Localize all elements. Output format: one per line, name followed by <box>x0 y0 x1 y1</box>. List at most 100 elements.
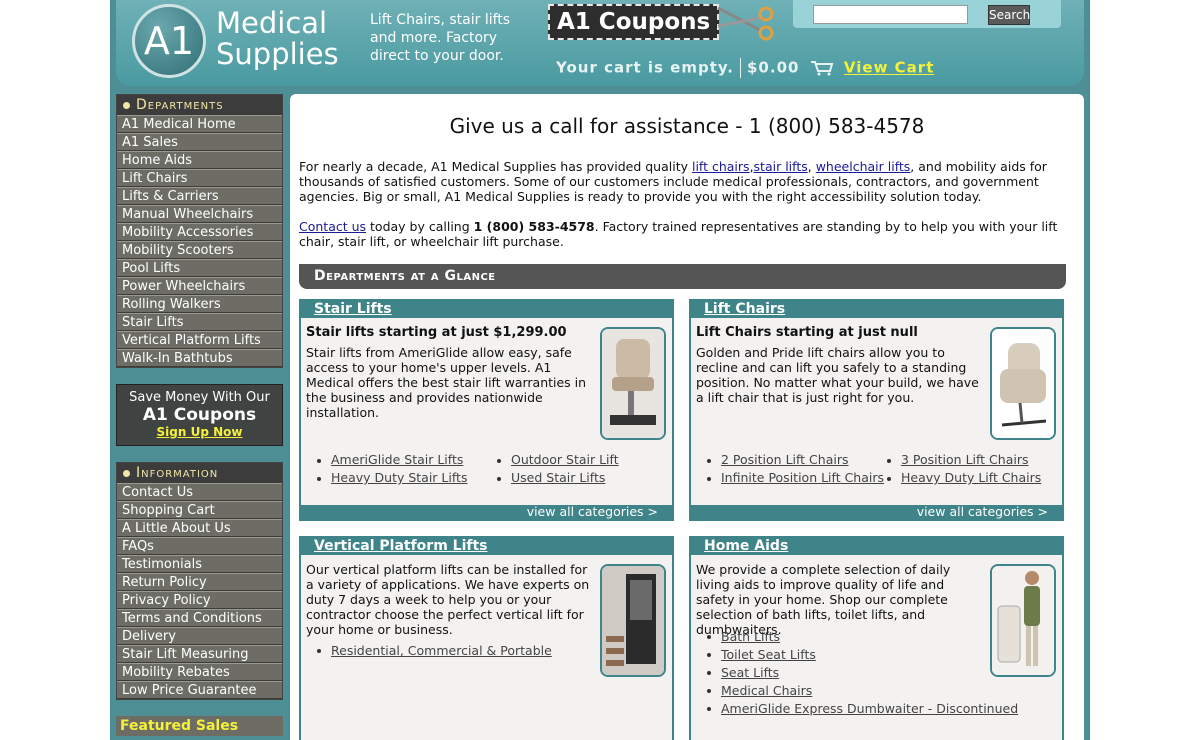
logo-line1: Medical <box>216 6 328 40</box>
intro-text: For nearly a decade, A1 Medical Supplies… <box>299 159 692 174</box>
bullet-icon <box>887 476 891 481</box>
dept-item[interactable]: Walk-In Bathtubs <box>117 349 282 367</box>
vpl-links: Residential, Commercial & Portable <box>317 642 552 660</box>
category-link[interactable]: Medical Chairs <box>721 683 812 698</box>
search-button[interactable]: Search <box>988 5 1030 25</box>
view-cart-link[interactable]: View Cart <box>844 59 934 77</box>
page-title: Give us a call for assistance - 1 (800) … <box>449 114 925 138</box>
info-item[interactable]: Return Policy <box>117 573 282 591</box>
info-item[interactable]: Shopping Cart <box>117 501 282 519</box>
dept-item[interactable]: Power Wheelchairs <box>117 277 282 295</box>
category-link[interactable]: Infinite Position Lift Chairs <box>721 470 884 485</box>
lift-chair-image[interactable] <box>990 327 1056 440</box>
platform-lift-image[interactable] <box>600 564 666 677</box>
lift-chairs-link[interactable]: lift chairs <box>692 159 750 174</box>
card-title[interactable]: Stair Lifts <box>301 301 672 318</box>
glance-heading: Departments at a Glance <box>299 264 1066 289</box>
category-link[interactable]: Seat Lifts <box>721 665 779 680</box>
dept-item[interactable]: Pool Lifts <box>117 259 282 277</box>
category-link[interactable]: Used Stair Lifts <box>511 470 605 485</box>
category-link[interactable]: Toilet Seat Lifts <box>721 647 816 662</box>
scissors-icon <box>717 6 774 41</box>
dept-item[interactable]: Lift Chairs <box>117 169 282 187</box>
main-content: Give us a call for assistance - 1 (800) … <box>290 94 1084 740</box>
view-all-categories-link[interactable]: view all categories > <box>301 505 672 519</box>
dept-item[interactable]: Home Aids <box>117 151 282 169</box>
view-all-categories-link[interactable]: view all categories > <box>691 505 1062 519</box>
contact-text: today by calling <box>366 219 474 234</box>
departments-title: Departments <box>136 97 224 113</box>
contact-phone: 1 (800) 583-4578 <box>473 219 595 234</box>
category-link[interactable]: Heavy Duty Lift Chairs <box>901 470 1041 485</box>
info-item[interactable]: Privacy Policy <box>117 591 282 609</box>
tagline: Lift Chairs, stair lifts and more. Facto… <box>370 12 511 64</box>
info-item[interactable]: Contact Us <box>117 483 282 501</box>
dept-item[interactable]: Lifts & Carriers <box>117 187 282 205</box>
info-item[interactable]: Low Price Guarantee <box>117 681 282 699</box>
card-price: Stair lifts starting at just $1,299.00 <box>306 325 567 340</box>
stair-lifts-link[interactable]: stair lifts <box>754 159 808 174</box>
card-title[interactable]: Home Aids <box>691 538 1062 555</box>
info-item[interactable]: Mobility Rebates <box>117 663 282 681</box>
list-item: Toilet Seat Lifts <box>706 646 1018 664</box>
dept-item[interactable]: Stair Lifts <box>117 313 282 331</box>
list-item: Residential, Commercial & Portable <box>317 642 552 660</box>
logo-text[interactable]: Medical Supplies <box>216 8 346 70</box>
information-heading: Information <box>117 463 282 483</box>
contact-paragraph: Contact us today by calling 1 (800) 583-… <box>299 219 1075 249</box>
promo-line1: Save Money With Our <box>129 390 270 405</box>
bullet-icon <box>707 458 711 463</box>
info-item[interactable]: Terms and Conditions <box>117 609 282 627</box>
dept-item[interactable]: Mobility Scooters <box>117 241 282 259</box>
card-title[interactable]: Lift Chairs <box>691 301 1062 318</box>
info-item[interactable]: A Little About Us <box>117 519 282 537</box>
category-link[interactable]: Outdoor Stair Lift <box>511 452 619 467</box>
category-link[interactable]: AmeriGlide Express Dumbwaiter - Disconti… <box>721 701 1018 716</box>
info-item[interactable]: Testimonials <box>117 555 282 573</box>
category-link[interactable]: AmeriGlide Stair Lifts <box>331 452 463 467</box>
lift-links: 2 Position Lift Chairs Infinite Position … <box>707 451 1051 491</box>
coupon-promo[interactable]: Save Money With Our A1 Coupons Sign Up N… <box>116 384 283 446</box>
card-description: Stair lifts from AmeriGlide allow easy, … <box>306 345 587 420</box>
dept-item[interactable]: Vertical Platform Lifts <box>117 331 282 349</box>
card-price: Lift Chairs starting at just null <box>696 325 918 340</box>
dept-item[interactable]: Mobility Accessories <box>117 223 282 241</box>
departments-panel: Departments A1 Medical Home A1 Sales Hom… <box>116 94 283 368</box>
bullet-icon <box>887 458 891 463</box>
divider <box>740 58 741 78</box>
info-item[interactable]: FAQs <box>117 537 282 555</box>
dept-item[interactable]: Manual Wheelchairs <box>117 205 282 223</box>
intro-paragraph: For nearly a decade, A1 Medical Supplies… <box>299 159 1075 204</box>
info-item[interactable]: Stair Lift Measuring <box>117 645 282 663</box>
category-link[interactable]: Heavy Duty Stair Lifts <box>331 470 467 485</box>
information-panel: Information Contact Us Shopping Cart A L… <box>116 462 283 700</box>
bullet-icon <box>497 476 501 481</box>
wheelchair-lifts-link[interactable]: wheelchair lifts <box>816 159 911 174</box>
logo-mark[interactable]: A1 <box>132 4 206 78</box>
stair-lift-image[interactable] <box>600 327 666 440</box>
card-title[interactable]: Vertical Platform Lifts <box>301 538 672 555</box>
bullet-icon <box>317 458 321 463</box>
contact-us-link[interactable]: Contact us <box>299 219 366 234</box>
sign-up-link[interactable]: Sign Up Now <box>117 425 282 439</box>
dept-item[interactable]: A1 Medical Home <box>117 115 282 133</box>
category-link[interactable]: Bath Lifts <box>721 629 780 644</box>
list-item: Bath Lifts <box>706 628 1018 646</box>
info-item[interactable]: Delivery <box>117 627 282 645</box>
list-item: Seat Lifts <box>706 664 1018 682</box>
dept-item[interactable]: A1 Sales <box>117 133 282 151</box>
shopping-cart-icon[interactable] <box>810 60 834 76</box>
category-link[interactable]: 3 Position Lift Chairs <box>901 452 1029 467</box>
bullet-icon <box>317 476 321 481</box>
list-item: Medical Chairs <box>706 682 1018 700</box>
search-area: Search <box>793 0 1061 28</box>
bullet-icon <box>707 476 711 481</box>
category-link[interactable]: 2 Position Lift Chairs <box>721 452 849 467</box>
category-link[interactable]: Residential, Commercial & Portable <box>331 643 552 658</box>
search-input[interactable] <box>813 5 968 24</box>
dept-item[interactable]: Rolling Walkers <box>117 295 282 313</box>
site-header: A1 Medical Supplies Lift Chairs, stair l… <box>116 0 1084 86</box>
coupon-badge[interactable]: A1 Coupons <box>548 4 720 40</box>
card-description: Our vertical platform lifts can be insta… <box>306 562 590 637</box>
stair-links: AmeriGlide Stair Lifts Heavy Duty Stair L… <box>317 451 661 491</box>
